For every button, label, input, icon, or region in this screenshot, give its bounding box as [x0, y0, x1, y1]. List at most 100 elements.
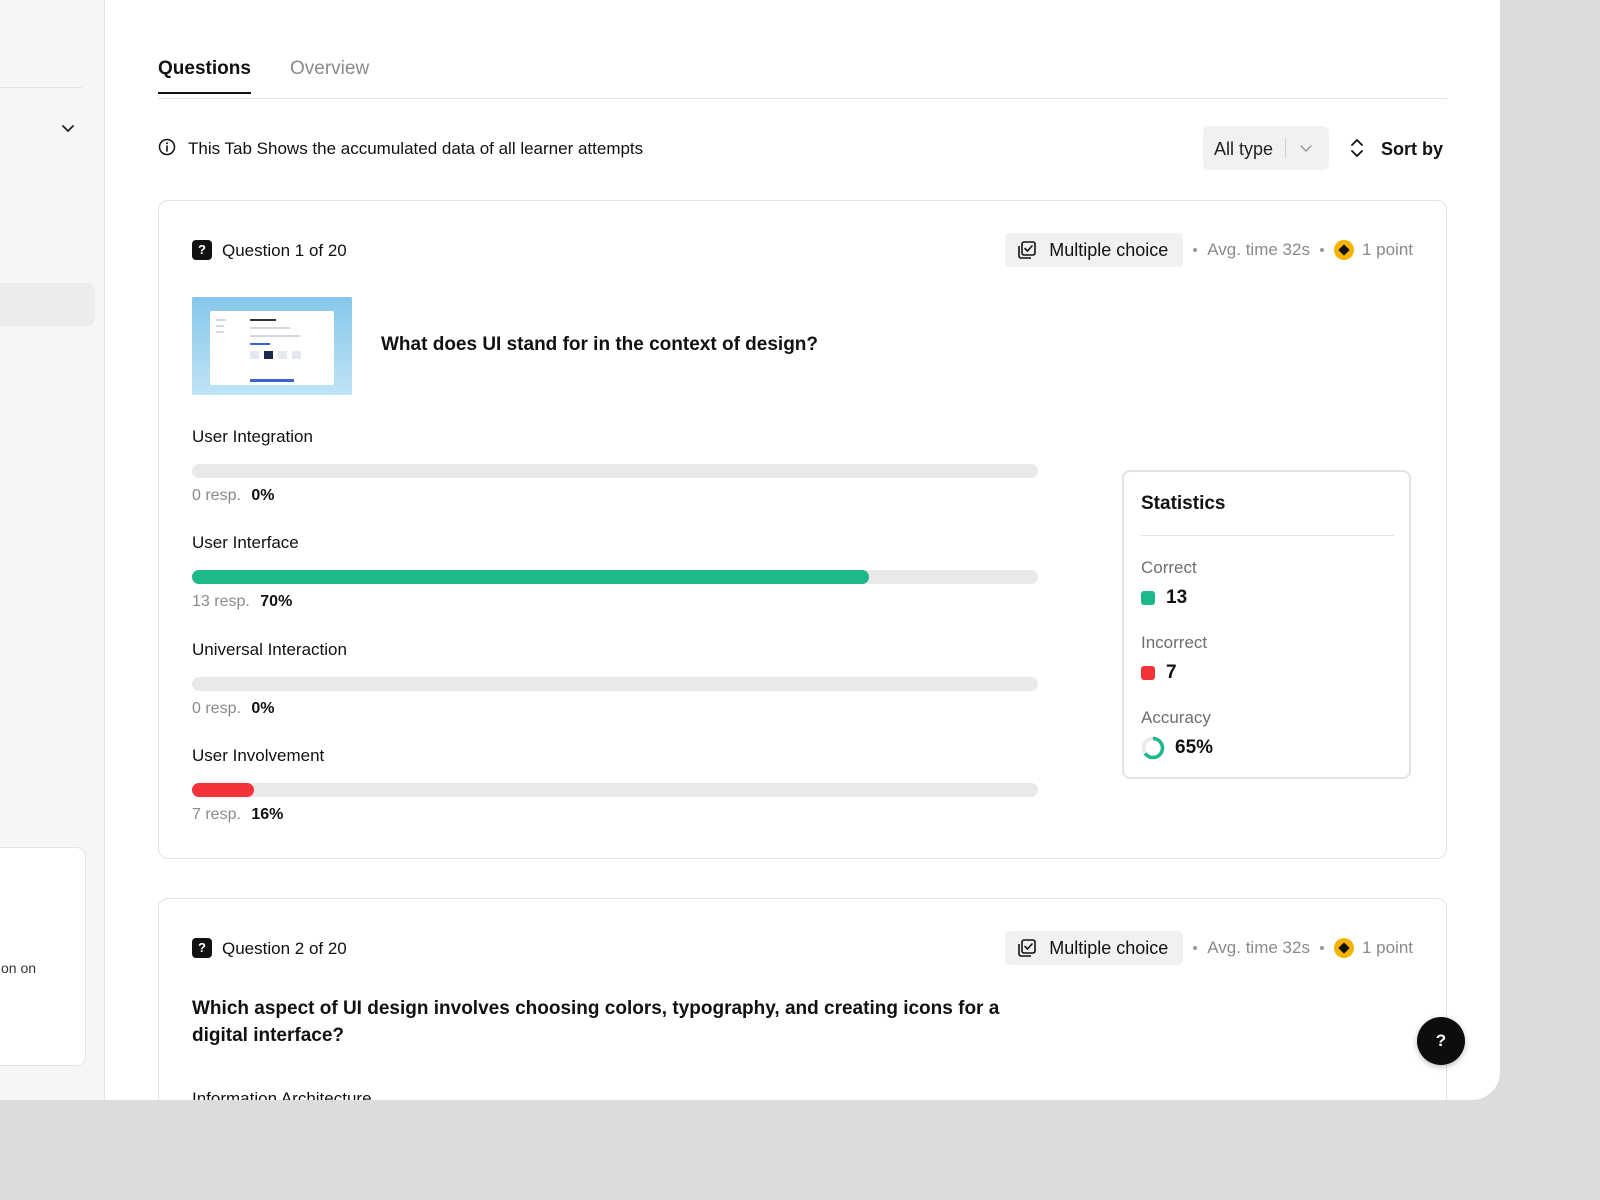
- thumbnail-line: [216, 319, 226, 321]
- select-separator: [1285, 138, 1286, 158]
- answer-progress-fill: [192, 783, 254, 797]
- sidebar: on on: [0, 0, 105, 1100]
- points: 1 point: [1361, 938, 1413, 957]
- points: 1 point: [1361, 240, 1413, 259]
- help-button[interactable]: ?: [1417, 1017, 1465, 1065]
- sort-label: Sort by: [1381, 139, 1444, 159]
- multiple-choice-icon: [1018, 241, 1037, 259]
- type-filter-select[interactable]: All type: [1203, 126, 1329, 170]
- type-filter-value: All type: [1214, 139, 1274, 159]
- sort-icon: [1351, 139, 1363, 157]
- sort-button[interactable]: Sort by: [1348, 126, 1448, 170]
- question-title: What does UI stand for in the context of…: [381, 334, 819, 355]
- incorrect-row: 7: [1141, 661, 1177, 685]
- statistics-divider: [1141, 535, 1394, 536]
- incorrect-count: 7: [1166, 662, 1177, 683]
- info-text: This Tab Shows the accumulated data of a…: [188, 139, 644, 158]
- statistics-panel: Statistics Correct 13 Incorrect 7 Accura…: [1122, 470, 1411, 779]
- answer-label: User Integration: [192, 427, 313, 446]
- answer-percent: 16%: [251, 806, 284, 823]
- thumbnail-line: [216, 331, 224, 333]
- answer-option: Universal Interaction 0 resp. 0%: [192, 640, 1038, 717]
- meta-separator: [1319, 946, 1324, 950]
- question-title: Which aspect of UI design involves choos…: [192, 998, 1000, 1046]
- answer-stats: 7 resp. 16%: [192, 806, 283, 824]
- question-type-label: Multiple choice: [1049, 239, 1169, 260]
- incorrect-swatch: [1141, 666, 1155, 680]
- question-type-badge: Multiple choice: [1005, 233, 1184, 267]
- question-number: Question 1 of 20: [222, 241, 347, 260]
- statistics-title: Statistics: [1141, 493, 1226, 514]
- answer-responses: 0 resp.: [192, 700, 241, 717]
- answer-label: User Interface: [192, 533, 299, 552]
- answer-percent: 0%: [251, 700, 275, 717]
- question-mark-icon: ?: [192, 240, 212, 260]
- thumbnail-line: [250, 335, 300, 337]
- point-icon: [1333, 938, 1354, 958]
- sidebar-card-text: on on: [1, 960, 37, 976]
- question-number: Question 2 of 20: [222, 939, 347, 958]
- accuracy-row: 65%: [1141, 736, 1213, 760]
- answer-progress-track: [192, 464, 1038, 478]
- answer-label: Universal Interaction: [192, 640, 347, 659]
- question-type-badge: Multiple choice: [1005, 931, 1184, 965]
- answer-option: User Interface 13 resp. 70%: [192, 533, 1038, 610]
- thumbnail-chip: [250, 351, 259, 359]
- answer-stats: 0 resp. 0%: [192, 700, 275, 718]
- answer-progress-fill: [192, 570, 869, 584]
- thumbnail-bar: [250, 379, 294, 382]
- meta-separator: [1193, 946, 1198, 950]
- answer-label: User Involvement: [192, 746, 325, 765]
- question-thumbnail[interactable]: [192, 297, 352, 395]
- correct-row: 13: [1141, 586, 1187, 610]
- thumbnail-chip: [278, 351, 287, 359]
- thumbnail-line: [250, 343, 270, 345]
- question-card: ? Question 1 of 20 Multiple choice Avg. …: [158, 200, 1447, 859]
- question-card: ? Question 2 of 20 Multiple choice Avg. …: [158, 898, 1447, 1100]
- answer-responses: 13 resp.: [192, 593, 250, 610]
- chevron-down-icon: [1300, 145, 1312, 152]
- meta-separator: [1193, 248, 1198, 252]
- answer-progress-track: [192, 677, 1038, 691]
- question-mark-icon: ?: [192, 938, 212, 958]
- answer-progress-track: [192, 570, 1038, 584]
- avg-time: Avg. time 32s: [1207, 938, 1310, 957]
- chevron-down-icon[interactable]: [60, 120, 76, 136]
- answer-responses: 7 resp.: [192, 806, 241, 823]
- info-icon: [158, 138, 176, 156]
- accuracy-ring-icon: [1141, 736, 1165, 760]
- answer-percent: 0%: [251, 487, 275, 504]
- sidebar-item-active[interactable]: [0, 283, 95, 326]
- accuracy-value: 65%: [1175, 737, 1214, 758]
- thumbnail-chip: [264, 351, 273, 359]
- correct-label: Correct: [1141, 558, 1197, 577]
- multiple-choice-icon: [1018, 939, 1037, 957]
- thumbnail-line: [216, 325, 224, 327]
- answer-progress-track: [192, 783, 1038, 797]
- app-window: on on Questions Overview This Tab Shows …: [0, 0, 1500, 1100]
- answer-stats: 0 resp. 0%: [192, 487, 275, 505]
- question-type-label: Multiple choice: [1049, 937, 1169, 958]
- answer-option: User Integration 0 resp. 0%: [192, 427, 1038, 504]
- tab-bar: Questions Overview: [158, 58, 1447, 99]
- accuracy-label: Accuracy: [1141, 708, 1211, 727]
- tab-overview[interactable]: Overview: [290, 58, 369, 92]
- thumbnail-chip: [292, 351, 301, 359]
- question-meta: Multiple choice Avg. time 32s 1 point: [1005, 931, 1413, 965]
- avg-time: Avg. time 32s: [1207, 240, 1310, 259]
- point-icon: [1333, 240, 1354, 260]
- answer-stats: 13 resp. 70%: [192, 593, 292, 611]
- answer-percent: 70%: [260, 593, 293, 610]
- answer-label: Information Architecture: [192, 1089, 372, 1100]
- sidebar-card: on on: [0, 847, 86, 1066]
- correct-count: 13: [1166, 587, 1188, 608]
- correct-swatch: [1141, 591, 1155, 605]
- thumbnail-line: [250, 327, 290, 329]
- incorrect-label: Incorrect: [1141, 633, 1208, 652]
- thumbnail-screen: [210, 311, 334, 385]
- tab-questions[interactable]: Questions: [158, 58, 251, 94]
- info-row: This Tab Shows the accumulated data of a…: [158, 126, 1447, 170]
- question-meta: Multiple choice Avg. time 32s 1 point: [1005, 233, 1413, 267]
- answer-option: User Involvement 7 resp. 16%: [192, 746, 1038, 823]
- answer-responses: 0 resp.: [192, 487, 241, 504]
